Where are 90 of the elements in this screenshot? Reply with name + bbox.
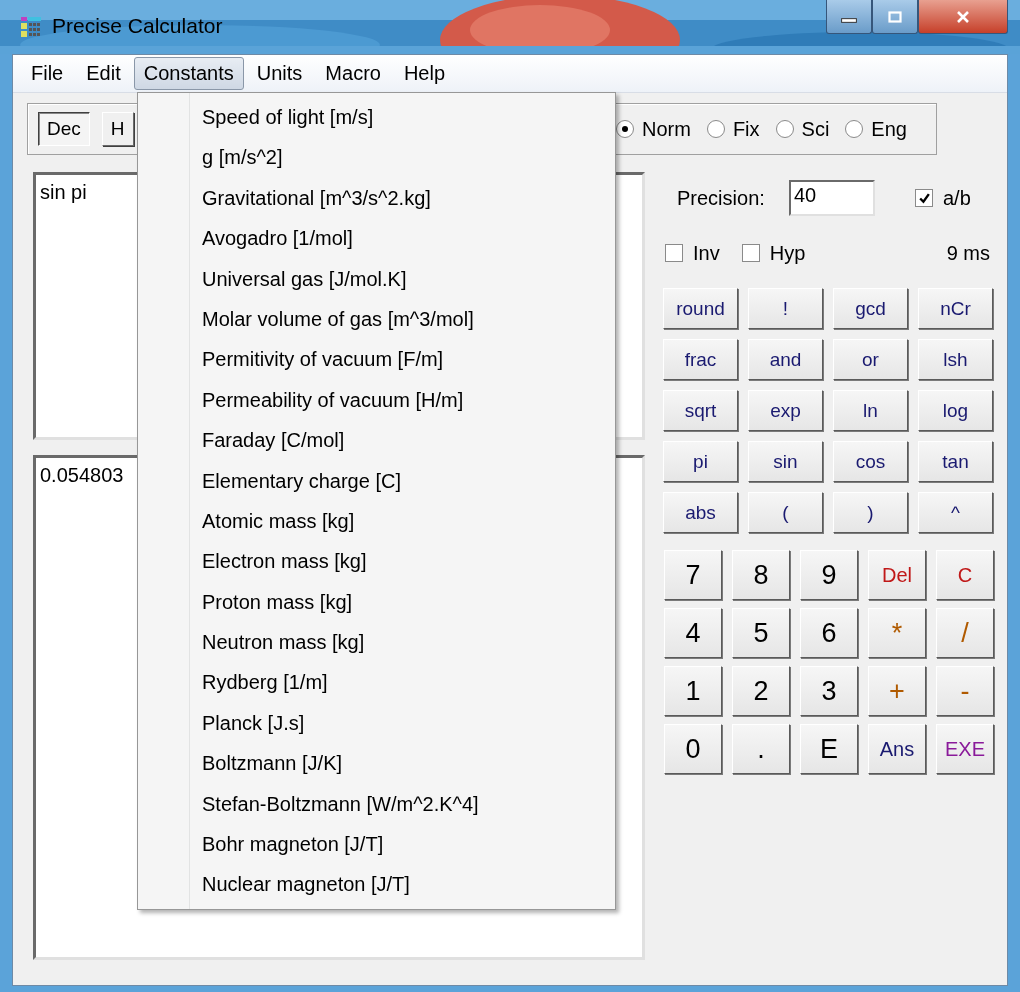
radio-label: Fix	[732, 117, 760, 141]
function-key[interactable]: gcd	[833, 288, 908, 329]
menu-item[interactable]: Faraday [C/mol]	[202, 420, 485, 461]
radio-button[interactable]	[616, 120, 634, 138]
menu-item[interactable]: Boltzmann [J/K]	[202, 743, 485, 784]
keypad-key[interactable]: 6	[800, 608, 858, 658]
radio-label: Norm	[642, 117, 691, 141]
function-key[interactable]: or	[833, 339, 908, 380]
function-key[interactable]: (	[748, 492, 823, 533]
keypad-key[interactable]: /	[936, 608, 994, 658]
keypad-key[interactable]: -	[936, 666, 994, 716]
function-key[interactable]: lsh	[918, 339, 993, 380]
function-key[interactable]: and	[748, 339, 823, 380]
close-icon	[955, 10, 971, 23]
menu-item[interactable]: Permitivity of vacuum [F/m]	[202, 339, 485, 380]
window-title: Precise Calculator	[52, 14, 223, 38]
modifier-checkbox[interactable]: Inv	[665, 241, 720, 265]
modifier-checkbox[interactable]: Hyp	[741, 241, 806, 265]
keypad-key[interactable]: 4	[664, 608, 722, 658]
precision-field[interactable]: 40	[789, 180, 875, 216]
keypad-key[interactable]: 3	[800, 666, 858, 716]
fraction-checkbox[interactable]: a/b	[915, 186, 971, 210]
function-key[interactable]: ^	[918, 492, 993, 533]
menu-item[interactable]: Units	[246, 57, 313, 90]
menu-item[interactable]: Molar volume of gas [m^3/mol]	[202, 298, 485, 340]
function-key[interactable]: sqrt	[663, 390, 738, 431]
close-button[interactable]	[918, 0, 1008, 34]
precision-label: Precision:	[677, 186, 766, 210]
function-key[interactable]: !	[748, 288, 823, 329]
function-key[interactable]: )	[833, 492, 908, 533]
function-key[interactable]: frac	[663, 339, 738, 380]
radio-label: Eng	[871, 117, 907, 141]
keypad-key[interactable]: 0	[664, 724, 722, 774]
calculator-icon	[20, 16, 42, 38]
menu-item[interactable]: g [m/s^2]	[202, 137, 485, 178]
menu-item[interactable]: Nuclear magneton [J/T]	[202, 864, 485, 905]
keypad-key[interactable]: *	[868, 608, 926, 658]
function-key[interactable]: exp	[748, 390, 823, 431]
keypad-key[interactable]: +	[868, 666, 926, 716]
keypad-key[interactable]: EXE	[936, 724, 994, 774]
function-key[interactable]: round	[663, 288, 738, 329]
keypad-key[interactable]: C	[936, 550, 994, 600]
menu-item[interactable]: Macro	[315, 57, 391, 90]
radio-button[interactable]	[706, 120, 725, 138]
menu-item[interactable]: Speed of light [m/s]	[202, 97, 485, 138]
menu-item[interactable]: Gravitational [m^3/s^2.kg]	[202, 177, 485, 219]
menu-item[interactable]: Elementary charge [C]	[202, 460, 485, 501]
menu-item[interactable]: Permeability of vacuum [H/m]	[202, 379, 485, 421]
base-button[interactable]: Dec	[38, 112, 90, 146]
maximize-icon	[887, 10, 903, 23]
keypad-key[interactable]: 2	[732, 666, 790, 716]
menu-item[interactable]: Electron mass [kg]	[202, 541, 485, 582]
menu-item[interactable]: Avogadro [1/mol]	[202, 218, 485, 259]
radio-button[interactable]	[775, 120, 794, 138]
radio-label: Sci	[801, 117, 830, 141]
menu-item[interactable]: Bohr magneton [J/T]	[202, 824, 485, 865]
keypad-key[interactable]: Ans	[868, 724, 926, 774]
menu-item[interactable]: Rydberg [1/m]	[202, 662, 485, 703]
menu-item[interactable]: Proton mass [kg]	[202, 581, 485, 623]
keypad-key[interactable]: 1	[664, 666, 722, 716]
menu-item[interactable]: Atomic mass [kg]	[202, 500, 485, 542]
function-key[interactable]: cos	[833, 441, 908, 482]
menu-item[interactable]: Neutron mass [kg]	[202, 622, 485, 663]
maximize-button[interactable]	[872, 0, 918, 34]
function-key[interactable]: pi	[663, 441, 738, 482]
base-button[interactable]: H	[101, 112, 134, 146]
menu-item[interactable]: Universal gas [J/mol.K]	[202, 258, 485, 299]
function-key[interactable]: nCr	[918, 288, 993, 329]
menu-item[interactable]: Edit	[76, 57, 131, 90]
function-key[interactable]: log	[918, 390, 993, 431]
keypad-key[interactable]: .	[732, 724, 790, 774]
timing-label: 9 ms	[946, 241, 990, 265]
menu-item[interactable]: Constants	[133, 57, 244, 90]
menu-item[interactable]: File	[21, 57, 74, 90]
keypad-key[interactable]: Del	[868, 550, 926, 600]
function-key[interactable]: abs	[663, 492, 738, 533]
function-key[interactable]: sin	[748, 441, 823, 482]
keypad-key[interactable]: 5	[732, 608, 790, 658]
minimize-icon	[841, 18, 857, 23]
radio-button[interactable]	[845, 120, 864, 138]
keypad-key[interactable]: 9	[800, 550, 858, 600]
keypad-key[interactable]: 7	[664, 550, 722, 600]
menu-item[interactable]: Help	[393, 57, 456, 90]
menu-item[interactable]: Stefan-Boltzmann [W/m^2.K^4]	[202, 783, 485, 825]
keypad-key[interactable]: 8	[732, 550, 790, 600]
minimize-button[interactable]	[826, 0, 872, 34]
menu-item[interactable]: Planck [J.s]	[202, 702, 485, 744]
function-key[interactable]: ln	[833, 390, 908, 431]
function-key[interactable]: tan	[918, 441, 993, 482]
keypad-key[interactable]: E	[800, 724, 858, 774]
